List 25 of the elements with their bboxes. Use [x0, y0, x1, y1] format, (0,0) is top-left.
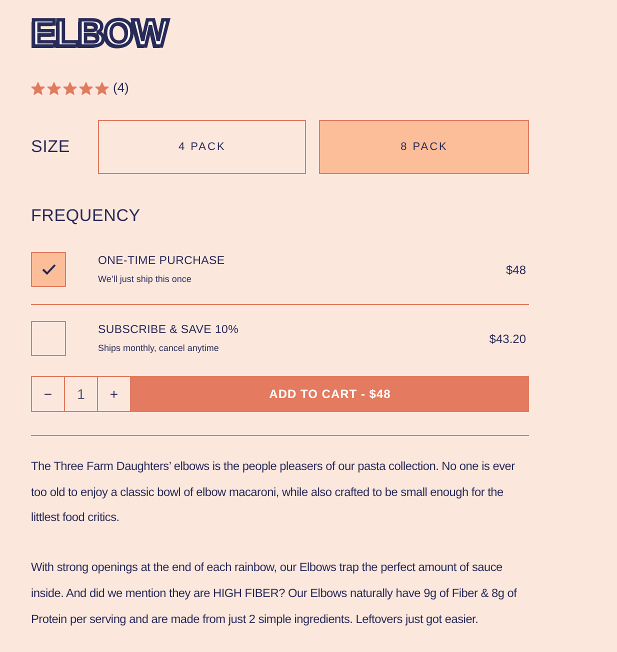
description-paragraph: The Three Farm Daughters’ elbows is the people pleasers of our pasta collection. No one is ever too old to enjoy a classic bowl of elbow macaroni, while also crafted to be small enough for the littlest food critics. — [31, 458, 516, 526]
option-title: SUBSCRIBE & SAVE 10% — [98, 324, 239, 336]
star-icon — [95, 82, 109, 94]
increment-button[interactable]: + — [97, 376, 131, 412]
star-icon — [63, 82, 77, 94]
checkmark-icon — [42, 264, 56, 275]
quantity-field[interactable]: 1 — [65, 376, 97, 412]
size-option-button[interactable]: 8 PACK — [319, 120, 529, 174]
option-title: ONE-TIME PURCHASE — [98, 254, 225, 268]
option-checkbox[interactable] — [31, 252, 66, 287]
option-subtitle: We’ll just ship this once — [98, 274, 192, 284]
star-icon — [31, 82, 45, 94]
star-icon — [79, 82, 93, 94]
description-paragraph: With strong openings at the end of each rainbow, our Elbows trap the perfect amount of sauce inside. And did we mention they are HIGH FIBER? Our Elbows naturally have 9g of Fiber & 8g of Protein per serving and are made from just 2 simple ingredients. Leftovers just got easier. — [31, 559, 518, 628]
option-price: $43.20 — [489, 332, 526, 346]
size-option-button[interactable]: 4 PACK — [98, 120, 306, 174]
option-subtitle: Ships monthly, cancel anytime — [98, 342, 219, 354]
option-price: $48 — [506, 262, 526, 276]
star-icon — [47, 82, 61, 94]
frequency-label: FREQUENCY — [31, 206, 142, 226]
product-title: ELBOW — [31, 14, 168, 54]
option-checkbox[interactable] — [31, 321, 66, 356]
size-label: SIZE — [31, 137, 71, 157]
decrement-button[interactable]: − — [31, 376, 65, 412]
review-count[interactable]: (4) — [113, 80, 129, 96]
